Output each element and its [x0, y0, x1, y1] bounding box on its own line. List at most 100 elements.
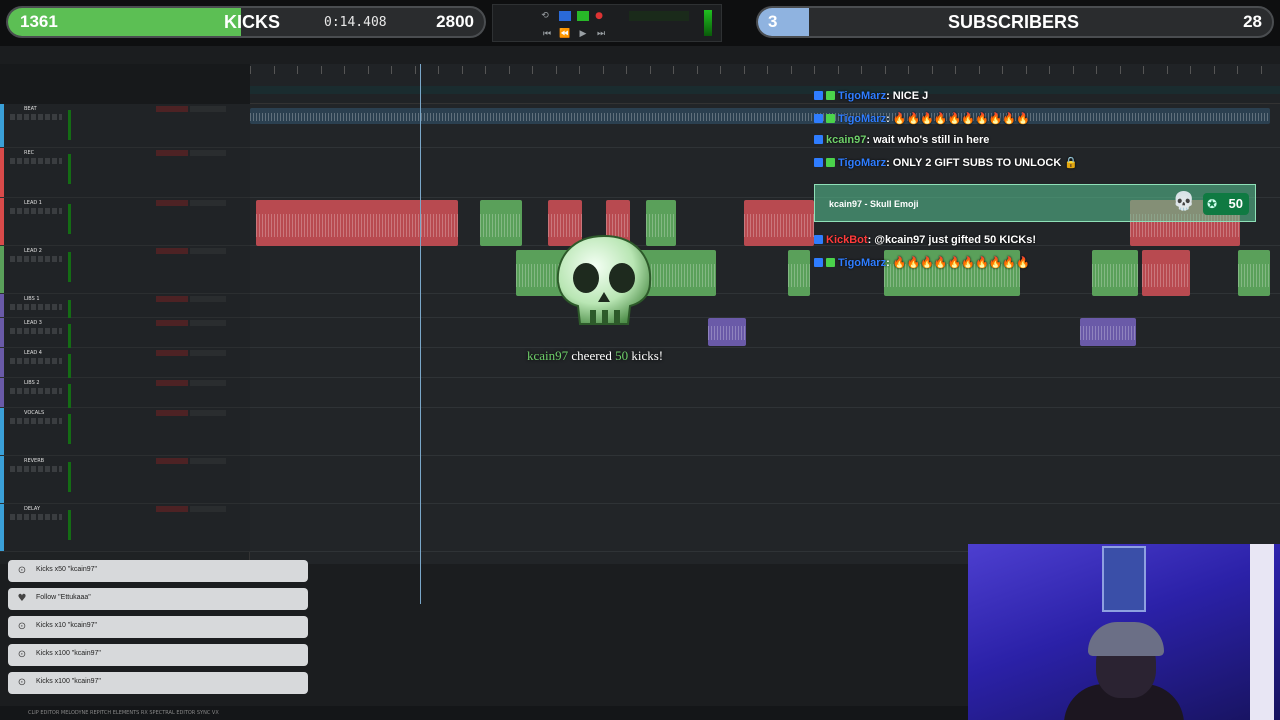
send-slot[interactable] [190, 320, 226, 326]
send-slot[interactable] [190, 350, 226, 356]
audio-clip[interactable] [1238, 250, 1270, 296]
track-header[interactable]: LEAD 4 [0, 348, 250, 384]
record-mode-icon[interactable] [559, 11, 571, 21]
send-slot[interactable] [190, 150, 226, 156]
track-header[interactable]: LIBS 1 [0, 294, 250, 330]
skull-icon: 💀 [1172, 191, 1195, 212]
insert-slot[interactable] [156, 248, 188, 254]
track-buttons[interactable] [10, 158, 62, 164]
audio-clip[interactable] [480, 200, 522, 246]
insert-slot[interactable] [156, 200, 188, 206]
kicks-goal-title: KICKS [224, 12, 281, 32]
loop-icon[interactable]: ⟲ [539, 11, 551, 21]
track-header[interactable]: LEAD 3 [0, 318, 250, 354]
timeline-ruler[interactable] [250, 64, 1280, 104]
ruler-tick [908, 66, 909, 74]
track-buttons[interactable] [10, 358, 62, 364]
event-item: ♥ Follow "Ettukaaa" [8, 588, 308, 610]
send-slot[interactable] [190, 506, 226, 512]
insert-slot[interactable] [156, 350, 188, 356]
track-lane[interactable] [250, 456, 1280, 504]
track-lane[interactable] [250, 348, 1280, 378]
audio-clip[interactable] [1142, 250, 1190, 296]
ruler-tick [767, 66, 768, 74]
track-header[interactable]: LEAD 1 [0, 198, 250, 246]
audio-clip[interactable] [1092, 250, 1138, 296]
audio-clip[interactable] [256, 200, 458, 246]
insert-slot[interactable] [156, 150, 188, 156]
send-slot[interactable] [190, 458, 226, 464]
track-buttons[interactable] [10, 114, 62, 120]
track-buttons[interactable] [10, 256, 62, 262]
ruler-tick [696, 66, 698, 74]
track-buttons[interactable] [10, 304, 62, 310]
track-lane[interactable] [250, 294, 1280, 318]
track-name: BEAT [24, 106, 37, 112]
ruler-tick [391, 66, 392, 74]
track-buttons[interactable] [10, 466, 62, 472]
audio-clip-beat[interactable] [250, 108, 1270, 124]
moderator-badge-icon [814, 258, 823, 267]
insert-slot[interactable] [156, 410, 188, 416]
insert-slot[interactable] [156, 506, 188, 512]
streamer-cap [1088, 622, 1164, 656]
ruler-tick [1166, 66, 1168, 74]
daw-transport: ⟲ ● ⏮ ⏪ ▶ ⏭ [492, 4, 722, 42]
track-lane[interactable] [250, 408, 1280, 456]
send-slot[interactable] [190, 410, 226, 416]
kicks-goal-bar: 1361 KICKS 0:14.408 2800 [6, 6, 486, 38]
track-buttons[interactable] [10, 388, 62, 394]
back-icon[interactable]: ⏪ [559, 29, 571, 39]
track-buttons[interactable] [10, 418, 62, 424]
kick-icon: ⊙ [17, 565, 27, 576]
rewind-icon[interactable]: ⏮ [541, 29, 553, 39]
send-slot[interactable] [190, 296, 226, 302]
playhead[interactable] [420, 64, 421, 604]
insert-slot[interactable] [156, 106, 188, 112]
track-lane[interactable] [250, 378, 1280, 408]
send-slot[interactable] [190, 380, 226, 386]
chat-message: TigoMarz: ONLY 2 GIFT SUBS TO UNLOCK 🔒 [814, 156, 1078, 174]
insert-slot[interactable] [156, 296, 188, 302]
track-buttons[interactable] [10, 208, 62, 214]
insert-slot[interactable] [156, 380, 188, 386]
track-header[interactable]: LEAD 2 [0, 246, 250, 294]
track-buttons[interactable] [10, 328, 62, 334]
ruler-tick [344, 66, 345, 74]
chat-message: TigoMarz: NICE J [814, 90, 928, 108]
subs-goal-bar: 3 SUBSCRIBERS 28 [756, 6, 1274, 38]
send-slot[interactable] [190, 200, 226, 206]
track-color-strip [0, 456, 4, 503]
ruler-tick [297, 66, 298, 74]
track-header[interactable]: DELAY [0, 504, 250, 552]
tempo-lane [250, 86, 1280, 94]
ruler-tick [884, 66, 886, 74]
track-buttons[interactable] [10, 514, 62, 520]
event-item: ⊙ Kicks x100 "kcain97" [8, 644, 308, 666]
play-indicator-icon[interactable] [577, 11, 589, 21]
track-header[interactable]: LIBS 2 [0, 378, 250, 414]
send-slot[interactable] [190, 106, 226, 112]
ruler-tick [1119, 66, 1121, 74]
ruler-tick [485, 66, 486, 74]
subs-goal-current: 3 [768, 12, 778, 31]
forward-icon[interactable]: ⏭ [595, 29, 607, 39]
ruler-tick [508, 66, 510, 74]
audio-clip[interactable] [1080, 318, 1136, 346]
edit-window[interactable] [250, 104, 1280, 564]
cheer-alert-text: kcain97 cheered 50 kicks! [527, 348, 664, 363]
record-icon[interactable]: ● [593, 11, 605, 21]
insert-slot[interactable] [156, 458, 188, 464]
track-header[interactable]: REC [0, 148, 250, 198]
track-header[interactable]: BEAT [0, 104, 250, 148]
track-header[interactable]: VOCALS [0, 408, 250, 456]
play-icon[interactable]: ▶ [577, 29, 589, 39]
insert-slot[interactable] [156, 320, 188, 326]
audio-clip[interactable] [744, 200, 814, 246]
audio-clip[interactable] [708, 318, 746, 346]
audio-clip[interactable] [788, 250, 810, 296]
track-color-strip [0, 104, 4, 147]
send-slot[interactable] [190, 248, 226, 254]
track-header[interactable]: REVERB [0, 456, 250, 504]
sub-badge-icon [826, 158, 835, 167]
